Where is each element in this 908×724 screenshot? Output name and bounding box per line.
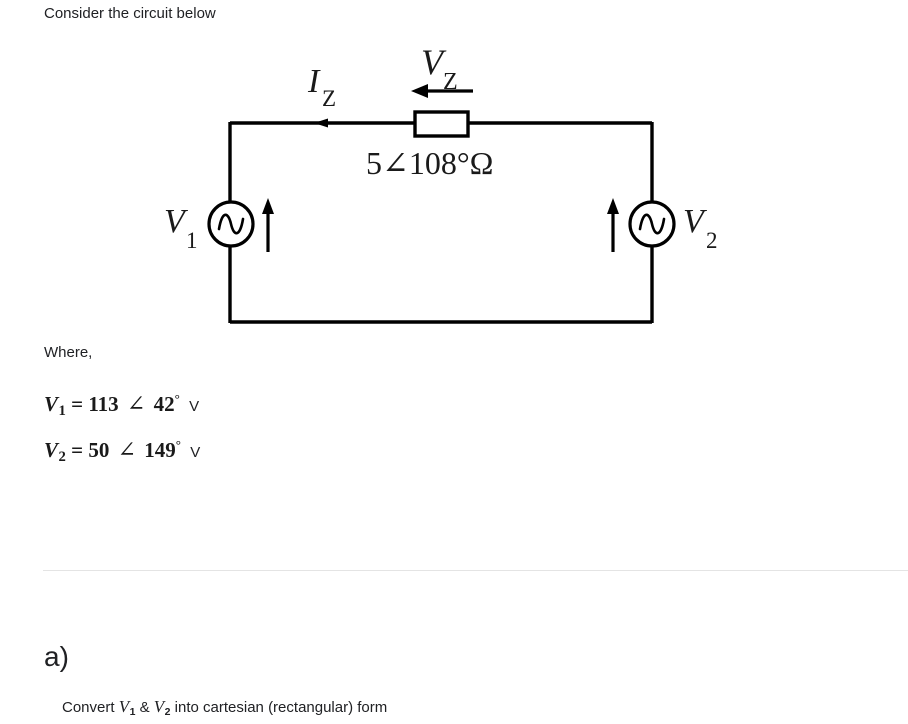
equation-v2-symbol: V bbox=[44, 438, 59, 463]
part-a-heading: a) bbox=[44, 641, 69, 672]
equation-v2-phase: 149 bbox=[144, 438, 176, 463]
equation-v2: V2 = 50 ∠ 149° V bbox=[44, 432, 200, 470]
part-a-var1-symbol: V bbox=[118, 697, 130, 716]
ac-source-sine-icon-left bbox=[207, 200, 255, 248]
current-label-symbol: I bbox=[307, 63, 321, 100]
impedance-value-label: 5∠108°Ω bbox=[366, 145, 493, 181]
section-divider bbox=[43, 570, 908, 571]
worksheet-page: Consider the circuit below I Z V Z 5∠108… bbox=[0, 0, 908, 724]
equation-v2-subscript: 2 bbox=[58, 449, 66, 466]
current-label-subscript: Z bbox=[322, 86, 336, 111]
equation-v1-subscript: 1 bbox=[58, 403, 66, 420]
degree-symbol: ° bbox=[174, 391, 180, 406]
part-a-text-middle: & bbox=[135, 699, 154, 716]
degree-symbol: ° bbox=[175, 437, 181, 452]
equation-v1-magnitude: 113 bbox=[88, 392, 119, 417]
equation-v1: V1 = 113 ∠ 42° V bbox=[44, 386, 199, 424]
where-label: Where, bbox=[44, 344, 93, 361]
voltage-arrow-left-icon bbox=[411, 84, 473, 98]
part-a-var2-symbol: V bbox=[153, 697, 165, 716]
part-a-text-before: Convert bbox=[62, 699, 119, 716]
angle-icon: ∠ bbox=[117, 437, 137, 463]
circuit-schematic-svg: I Z V Z 5∠108°Ω V 1 V 2 bbox=[164, 42, 718, 324]
prompt-text: Consider the circuit below bbox=[44, 5, 216, 22]
equation-v1-phase: 42 bbox=[153, 392, 175, 417]
ac-source-sine-icon-right bbox=[628, 200, 676, 248]
equation-v1-unit: V bbox=[189, 398, 200, 416]
element-voltage-label-subscript: Z bbox=[443, 69, 458, 95]
equation-v1-symbol: V bbox=[44, 392, 59, 417]
part-a-question: Convert V1 & V2 into cartesian (rectangu… bbox=[62, 696, 387, 723]
source-right-label-symbol: V bbox=[683, 203, 708, 240]
polarity-arrow-up-icon-left bbox=[262, 198, 274, 252]
source-left-label-subscript: 1 bbox=[186, 228, 198, 253]
equation-v1-equals: = bbox=[71, 392, 84, 417]
impedance-element-icon bbox=[413, 110, 470, 138]
circuit-diagram: I Z V Z 5∠108°Ω V 1 V 2 bbox=[0, 26, 908, 336]
current-arrow-right-icon bbox=[314, 118, 328, 128]
part-a-text-after: into cartesian (rectangular) form bbox=[170, 699, 388, 716]
source-right-label-subscript: 2 bbox=[706, 228, 718, 253]
equation-v2-magnitude: 50 bbox=[88, 438, 110, 463]
equation-v2-equals: = bbox=[71, 438, 84, 463]
equation-v2-unit: V bbox=[190, 444, 201, 462]
polarity-arrow-up-icon-right bbox=[607, 198, 619, 252]
angle-icon: ∠ bbox=[126, 391, 146, 417]
